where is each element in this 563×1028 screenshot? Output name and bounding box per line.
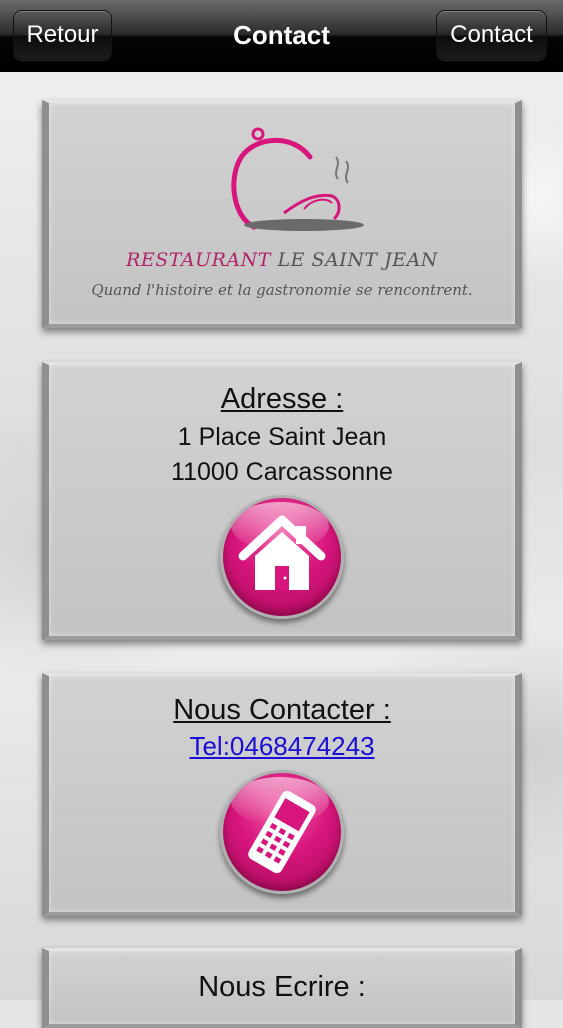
address-card: Adresse : 1 Place Saint Jean 11000 Carca… <box>42 362 522 640</box>
home-icon <box>238 515 326 590</box>
contact-button[interactable]: Contact <box>436 10 547 60</box>
write-card: Nous Ecrire : <box>42 948 522 1028</box>
back-button[interactable]: Retour <box>13 10 112 60</box>
restaurant-tagline: Quand l'histoire et la gastronomie se re… <box>91 281 473 299</box>
restaurant-name: RESTAURANT LE SAINT JEAN <box>126 249 438 271</box>
call-button[interactable] <box>220 770 344 894</box>
contact-card: Nous Contacter : Tel:0468474243 <box>42 673 522 916</box>
mobile-phone-icon <box>248 790 316 874</box>
restaurant-logo-card: RESTAURANT LE SAINT JEAN Quand l'histoir… <box>42 100 522 328</box>
address-city: 11000 Carcassonne <box>171 458 393 486</box>
map-button[interactable] <box>220 495 344 619</box>
address-street: 1 Place Saint Jean <box>177 423 387 451</box>
address-heading: Adresse : <box>220 383 344 415</box>
cloche-icon <box>231 127 364 231</box>
navigation-bar: Retour Contact Contact <box>0 0 563 72</box>
write-heading: Nous Ecrire : <box>198 971 366 1003</box>
contact-heading: Nous Contacter : <box>173 694 391 726</box>
page-title: Contact <box>233 20 330 50</box>
phone-link[interactable]: Tel:0468474243 <box>189 731 374 762</box>
